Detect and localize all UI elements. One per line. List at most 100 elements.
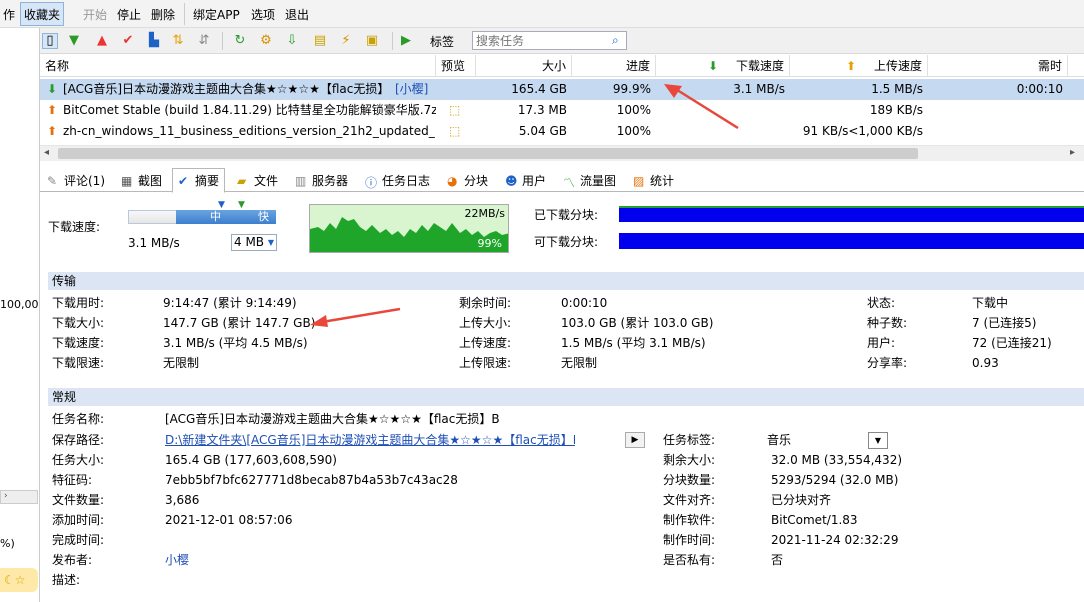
stats-icon: ▨ xyxy=(633,174,645,188)
options-button[interactable]: 选项 xyxy=(248,2,278,26)
tab-label: 分块 xyxy=(464,174,489,188)
task-eta: 0:00:10 xyxy=(1016,82,1063,96)
task-row[interactable]: ⬆ BitComet Stable (build 1.84.11.29) 比特彗… xyxy=(40,100,1084,121)
sort-alt-icon[interactable]: ⇵ xyxy=(196,33,212,49)
server-icon: ▥ xyxy=(295,174,307,188)
chevron-down-icon: ▼ xyxy=(874,436,882,445)
file-icon[interactable]: ▤ xyxy=(312,33,328,49)
tags-label[interactable]: 标签 xyxy=(430,33,454,50)
flash-icon[interactable]: ⚡ xyxy=(338,33,354,49)
file-align-label: 文件对齐: xyxy=(663,493,716,507)
scroll-right-icon[interactable]: ▸ xyxy=(1070,147,1075,158)
chevron-down-icon: ▼ xyxy=(267,238,274,247)
tab-comments[interactable]: ✎ 评论(1) xyxy=(42,169,110,192)
task-property-icon[interactable]: ⚙ xyxy=(258,33,274,49)
column-progress[interactable]: 进度 xyxy=(572,55,656,77)
refresh-icon[interactable]: ↻ xyxy=(232,33,248,49)
delete-button[interactable]: 删除 xyxy=(148,2,178,26)
tab-statistics[interactable]: ▨ 统计 xyxy=(628,169,679,192)
seeds-label: 种子数: xyxy=(867,316,908,330)
cut-label: 作 xyxy=(3,7,16,22)
preview-icon[interactable]: ⬚ xyxy=(444,121,464,142)
queue-icon[interactable]: ▙ xyxy=(146,33,162,49)
stop-button[interactable]: 停止 xyxy=(114,2,144,26)
move-down-icon[interactable]: ▼ xyxy=(66,33,82,49)
tab-files[interactable]: ▰ 文件 xyxy=(232,169,283,192)
task-row[interactable]: ⬆ zh-cn_windows_11_business_editions_ver… xyxy=(40,121,1084,142)
weather-widget[interactable]: ☾☆ xyxy=(0,568,38,592)
graph-max-label: 22MB/s xyxy=(464,207,505,220)
transfer-section-header: 传输 xyxy=(48,272,1084,290)
tab-pieces[interactable]: ◕ 分块 xyxy=(442,169,493,192)
toolbar-divider xyxy=(184,3,185,25)
column-eta[interactable]: 需时 xyxy=(928,55,1068,77)
bind-app-button[interactable]: 绑定APP xyxy=(190,2,243,26)
upload-limit-value: 无限制 xyxy=(561,356,598,370)
tab-summary[interactable]: ✔ 摘要 xyxy=(172,168,226,193)
bind-app-label: 绑定APP xyxy=(193,7,240,22)
scrollbar-thumb[interactable] xyxy=(58,148,918,159)
publisher-link[interactable]: 小樱 xyxy=(165,551,189,569)
tag-icon[interactable]: ▶ xyxy=(398,33,414,49)
speed-slider[interactable]: ▼ ▼ 中 快 xyxy=(128,200,276,226)
private-label: 是否私有: xyxy=(663,553,716,567)
task-name: BitComet Stable (build 1.84.11.29) 比特彗星全… xyxy=(63,103,436,117)
search-icon[interactable]: ⌕ xyxy=(612,33,619,48)
save-path-label: 保存路径: xyxy=(52,433,105,447)
open-folder-button[interactable]: ▶ xyxy=(625,432,645,448)
exit-button[interactable]: 退出 xyxy=(282,2,312,26)
speed-limit-select[interactable]: 4 MB ▼ xyxy=(231,234,277,251)
line-chart-icon: 〽 xyxy=(563,176,576,190)
file-align-value: 已分块对齐 xyxy=(771,493,832,507)
tab-servers[interactable]: ▥ 服务器 xyxy=(290,169,353,192)
task-tag-dropdown[interactable]: ▼ xyxy=(868,432,888,449)
tab-label: 用户 xyxy=(522,174,547,188)
annotation-arrow xyxy=(664,84,739,130)
peers-value: 72 (已连接21) xyxy=(972,336,1052,350)
column-down-speed[interactable]: ⬇ 下载速度 xyxy=(656,55,790,77)
column-preview[interactable]: 预览 xyxy=(436,55,476,77)
check-icon[interactable]: ✔ xyxy=(120,33,136,49)
task-size: 5.04 GB xyxy=(518,124,567,138)
save-path-link[interactable]: D:\新建文件夹\[ACG音乐]日本动漫游戏主题曲大合集★☆★☆★【flac无损… xyxy=(165,431,575,449)
start-button[interactable]: 开始 xyxy=(80,2,110,26)
task-name-label: 任务名称: xyxy=(52,412,105,426)
remaining-size-label: 剩余大小: xyxy=(663,453,716,467)
import-icon[interactable]: ⇩ xyxy=(284,33,300,49)
left-panel-scrollbar[interactable]: › xyxy=(0,490,38,504)
tab-label: 流量图 xyxy=(580,174,617,188)
clipboard-icon[interactable]: ▣ xyxy=(364,33,380,49)
pieces-count-value: 5293/5294 (32.0 MB) xyxy=(771,473,899,487)
preview-icon[interactable]: ⬚ xyxy=(444,100,464,121)
column-name[interactable]: 名称 xyxy=(40,55,436,77)
created-time-label: 制作时间: xyxy=(663,533,716,547)
time-remaining-label: 剩余时间: xyxy=(459,296,512,310)
tab-traffic-graph[interactable]: 〽流量图 xyxy=(558,169,621,192)
task-progress: 100% xyxy=(616,124,651,138)
scroll-left-icon[interactable]: ◂ xyxy=(44,147,49,158)
tab-screenshots[interactable]: ▦ 截图 xyxy=(116,169,167,192)
task-toolbar: ▯ ▼ ▲ ✔ ▙ ⇅ ⇵ ↻ ⚙ ⇩ ▤ ⚡ ▣ ▶ 标签 ⌕ xyxy=(40,28,1084,54)
new-task-icon[interactable]: ▯ xyxy=(42,33,58,49)
download-limit-label: 下载限速: xyxy=(52,356,105,370)
added-time-value: 2021-12-01 08:57:06 xyxy=(165,513,293,527)
search-input[interactable] xyxy=(472,31,627,50)
slider-mid-label: 中 xyxy=(210,210,221,223)
scroll-right-icon[interactable]: › xyxy=(4,491,8,501)
sort-icon[interactable]: ⇅ xyxy=(170,33,186,49)
column-size[interactable]: 大小 xyxy=(476,55,572,77)
move-up-icon[interactable]: ▲ xyxy=(94,33,110,49)
toolbar-divider xyxy=(392,32,393,50)
file-count-value: 3,686 xyxy=(165,493,200,507)
cut-button[interactable]: 作 xyxy=(0,2,18,26)
horizontal-scrollbar[interactable]: ◂ ▸ xyxy=(40,145,1084,161)
task-row[interactable]: ⬇ [ACG音乐]日本动漫游戏主题曲大合集★☆★☆★【flac无损】B [小樱]… xyxy=(40,79,1084,100)
tab-peers[interactable]: ☻ 用户 xyxy=(500,169,551,192)
favorites-button[interactable]: 收藏夹 xyxy=(20,2,65,26)
task-tag[interactable]: [小樱] xyxy=(390,79,436,100)
tab-task-log[interactable]: ⓘ 任务日志 xyxy=(360,169,435,192)
left-panel-fragment: 100,00 xyxy=(0,298,39,311)
column-up-speed[interactable]: ⬆ 上传速度 xyxy=(790,55,928,77)
summary-icon: ✔ xyxy=(178,174,189,188)
task-size: 165.4 GB xyxy=(511,82,567,96)
